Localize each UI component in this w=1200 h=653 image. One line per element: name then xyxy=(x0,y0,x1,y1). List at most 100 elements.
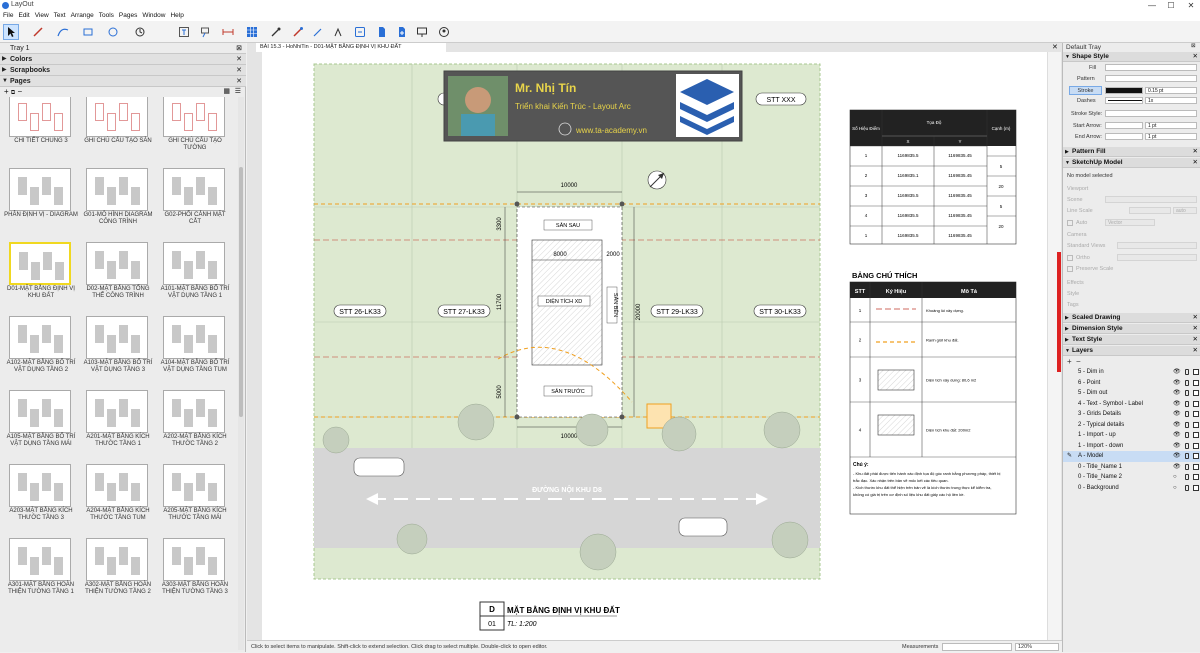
layer-row[interactable]: 6 - Point 👁 xyxy=(1063,378,1200,389)
lock-icon[interactable] xyxy=(1185,421,1189,428)
standard-views-select[interactable] xyxy=(1117,242,1197,249)
visibility-eye-icon[interactable]: 👁 xyxy=(1173,409,1181,420)
section-layers[interactable]: ▼ Layers ✕ xyxy=(1063,346,1200,356)
page-thumbnail[interactable]: A205-MẶT BẰNG KÍCH THƯỚC TẦNG MÁI xyxy=(158,464,232,534)
shared-layer-icon[interactable] xyxy=(1193,411,1199,417)
page-thumbnail[interactable]: A302-MẶT BẰNG HOÀN THIỆN TƯỜNG TẦNG 2 xyxy=(81,538,155,608)
lock-icon[interactable] xyxy=(1185,369,1189,375)
layer-row[interactable]: ✎ A - Model 👁 xyxy=(1063,451,1200,462)
visibility-eye-icon[interactable]: 👁 xyxy=(1173,378,1181,389)
section-scaled-drawing[interactable]: ▶ Scaled Drawing ✕ xyxy=(1063,313,1200,323)
menu-help[interactable]: Help xyxy=(168,11,185,21)
close-icon[interactable]: ✕ xyxy=(1193,52,1198,62)
rectangle-icon[interactable] xyxy=(80,24,96,40)
dimension-icon[interactable] xyxy=(220,24,236,40)
lock-icon[interactable] xyxy=(1185,442,1189,449)
remove-layer-icon[interactable]: − xyxy=(1076,357,1081,366)
end-arrow-size[interactable]: 1 pt xyxy=(1145,133,1197,140)
visibility-eye-icon[interactable]: ○ xyxy=(1173,472,1177,483)
shared-layer-icon[interactable] xyxy=(1193,453,1199,459)
text-icon[interactable] xyxy=(176,24,192,40)
zoom-select[interactable]: 120% xyxy=(1015,643,1059,651)
menu-pages[interactable]: Pages xyxy=(117,11,139,21)
layer-row[interactable]: 2 - Typical details 👁 xyxy=(1063,420,1200,431)
lock-icon[interactable] xyxy=(1185,474,1189,480)
page-thumbnail[interactable]: G01-MÔ HÌNH DIAGRAM CÔNG TRÌNH xyxy=(81,168,155,238)
visibility-eye-icon[interactable]: 👁 xyxy=(1173,388,1181,399)
close-icon[interactable]: ✕ xyxy=(1193,324,1198,334)
shared-layer-icon[interactable] xyxy=(1193,421,1199,428)
page-thumbnail[interactable]: A203-MẶT BẰNG KÍCH THƯỚC TẦNG 3 xyxy=(4,464,78,534)
panel-pages[interactable]: ▼ Pages ✕ xyxy=(0,76,246,87)
table-icon[interactable] xyxy=(244,24,260,40)
close-icon[interactable]: ✕ xyxy=(1193,335,1198,345)
shared-layer-icon[interactable] xyxy=(1193,484,1199,491)
section-shape-style[interactable]: ▼ Shape Style ✕ xyxy=(1063,52,1200,62)
lock-icon[interactable] xyxy=(1185,453,1189,459)
lock-icon[interactable] xyxy=(1185,432,1189,438)
page-thumbnail[interactable]: A201-MẶT BẰNG KÍCH THƯỚC TẦNG 1 xyxy=(81,390,155,460)
close-window-button[interactable]: ✕ xyxy=(1184,0,1198,11)
page-thumbnail[interactable]: CHI TIẾT CHUNG 3 xyxy=(4,97,78,164)
measurements-input[interactable] xyxy=(942,643,1012,651)
close-icon[interactable]: ✕ xyxy=(236,76,242,87)
page-thumbnail[interactable]: A301-MẶT BẰNG HOÀN THIỆN TƯỜNG TẦNG 1 xyxy=(4,538,78,608)
shared-layer-icon[interactable] xyxy=(1193,463,1199,470)
close-icon[interactable]: ✕ xyxy=(1193,158,1198,168)
page-thumbnail[interactable]: D02-MẶT BẰNG TỔNG THỂ CÔNG TRÌNH xyxy=(81,242,155,312)
visibility-eye-icon[interactable]: 👁 xyxy=(1173,430,1181,441)
bezier-icon[interactable] xyxy=(55,24,71,40)
stroke-toggle[interactable]: Stroke xyxy=(1069,86,1102,95)
menu-window[interactable]: Window xyxy=(140,11,167,21)
document-add-icon[interactable] xyxy=(394,24,410,40)
label-icon[interactable] xyxy=(198,24,214,40)
split-icon[interactable] xyxy=(330,24,346,40)
pattern-swatch[interactable] xyxy=(1105,75,1197,82)
lock-icon[interactable] xyxy=(1185,400,1189,407)
visibility-eye-icon[interactable]: 👁 xyxy=(1173,420,1181,431)
layer-row[interactable]: 0 - Background ○ xyxy=(1063,483,1200,494)
pencil-line-icon[interactable] xyxy=(30,24,46,40)
scrollbar-thumb[interactable] xyxy=(239,167,243,417)
panel-scrapbooks[interactable]: ▶ Scrapbooks ✕ xyxy=(0,65,246,76)
menu-file[interactable]: File xyxy=(1,11,15,21)
lock-icon[interactable] xyxy=(1185,379,1189,386)
tags-label[interactable]: Tags xyxy=(1067,302,1079,308)
page-thumbnail[interactable]: G02-PHỐI CẢNH MẶT CẮT xyxy=(158,168,232,238)
layer-row[interactable]: 5 - Dim out 👁 xyxy=(1063,388,1200,399)
close-icon[interactable]: ✕ xyxy=(1193,147,1198,157)
auto-checkbox[interactable] xyxy=(1067,220,1073,226)
sketchup-icon[interactable] xyxy=(352,24,368,40)
layer-row[interactable]: 0 - Title_Name 2 ○ xyxy=(1063,472,1200,483)
shared-layer-icon[interactable] xyxy=(1193,442,1199,449)
eraser-icon[interactable] xyxy=(310,24,326,40)
page-thumbnail[interactable]: D01-MẶT BẰNG ĐỊNH VỊ KHU ĐẤT xyxy=(4,242,78,312)
stroke-width-input[interactable]: 0.15 pt xyxy=(1145,87,1197,94)
lock-icon[interactable] xyxy=(1185,463,1189,470)
start-arrow-size[interactable]: 1 pt xyxy=(1145,122,1197,129)
section-dimension-style[interactable]: ▶ Dimension Style ✕ xyxy=(1063,324,1200,334)
page-thumbnail[interactable]: A103-MẶT BẰNG BỐ TRÍ VẬT DỤNG TẦNG 3 xyxy=(81,316,155,386)
close-document-icon[interactable]: ✕ xyxy=(1052,43,1058,51)
maximize-button[interactable]: ☐ xyxy=(1164,0,1178,11)
grid-view-icon[interactable]: ▦ xyxy=(223,87,230,97)
add-page-icon[interactable]: + xyxy=(4,87,9,96)
duplicate-page-icon[interactable]: ⧉ xyxy=(11,90,15,96)
stroke-color-swatch[interactable] xyxy=(1105,87,1143,94)
document-icon[interactable] xyxy=(374,24,390,40)
page-thumbnail[interactable]: A204-MẶT BẰNG KÍCH THƯỚC TẦNG TUM xyxy=(81,464,155,534)
remove-page-icon[interactable]: − xyxy=(17,87,22,96)
menu-text[interactable]: Text xyxy=(52,11,68,21)
page-thumbnail[interactable]: A202-MẶT BẰNG KÍCH THƯỚC TẦNG 2 xyxy=(158,390,232,460)
visibility-eye-icon[interactable]: 👁 xyxy=(1173,367,1181,378)
fill-swatch[interactable] xyxy=(1105,64,1197,71)
section-pattern-fill[interactable]: ▶ Pattern Fill ✕ xyxy=(1063,147,1200,157)
page-thumbnail[interactable]: A303-MẶT BẰNG HOÀN THIỆN TƯỜNG TẦNG 3 xyxy=(158,538,232,608)
line-scale-auto[interactable]: auto xyxy=(1173,207,1197,214)
end-arrow-select[interactable] xyxy=(1105,133,1143,140)
document-tab[interactable]: BÀI 15.3 - HoNhiTin - D01-MẶT BẰNG ĐỊNH … xyxy=(256,43,446,52)
user-icon[interactable] xyxy=(436,24,452,40)
page-thumbnail[interactable]: PHÂN ĐỊNH VỊ - DIAGRAM xyxy=(4,168,78,238)
layer-row[interactable]: 1 - Import - up 👁 xyxy=(1063,430,1200,441)
close-icon[interactable]: ✕ xyxy=(1193,313,1198,323)
